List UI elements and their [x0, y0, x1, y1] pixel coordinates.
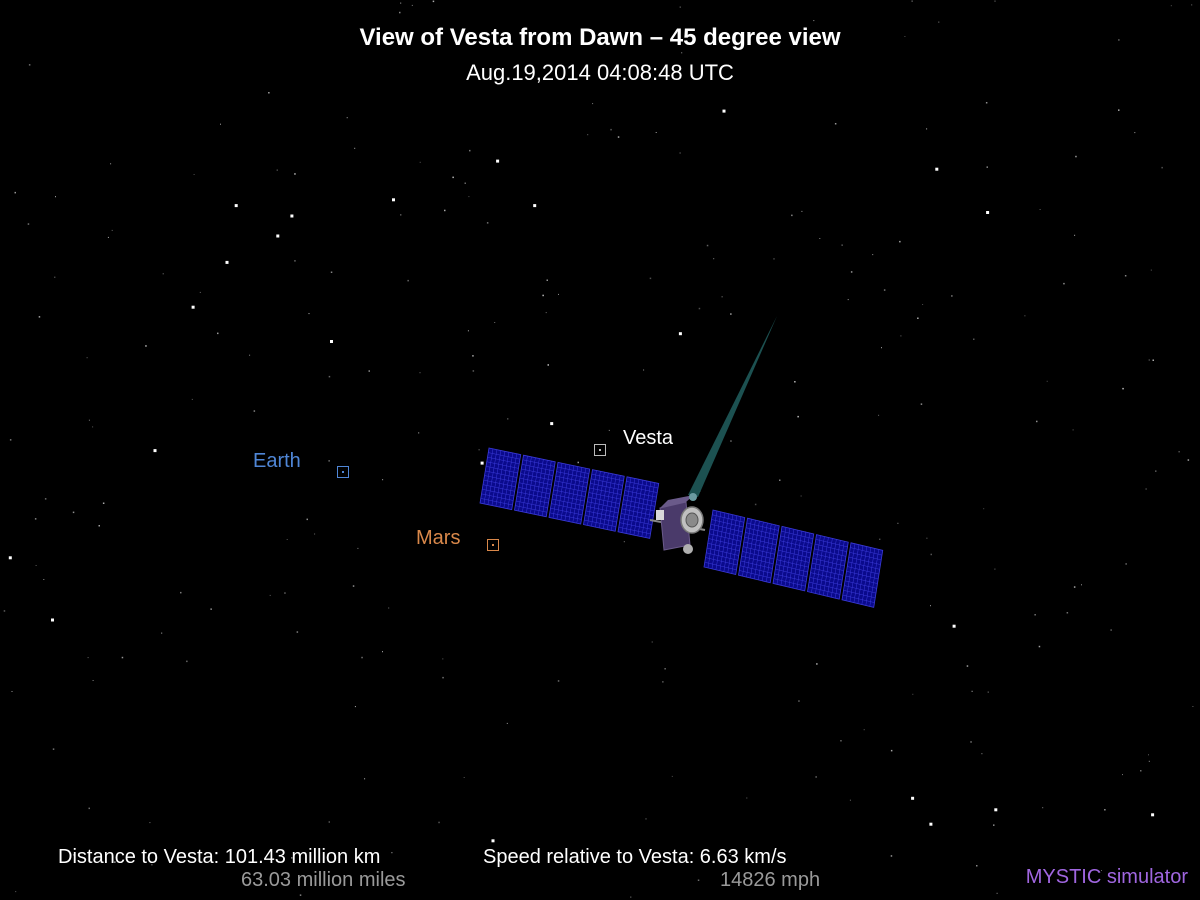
left-solar-array: [479, 447, 660, 539]
earth-label: Earth: [253, 450, 301, 472]
speed-readout-mph: 14826 mph: [720, 869, 821, 891]
speed-readout: Speed relative to Vesta: 6.63 km/s: [483, 846, 787, 868]
earth-marker: [337, 466, 349, 478]
antenna-beam: [688, 316, 777, 497]
distance-readout: Distance to Vesta: 101.43 million km: [58, 846, 381, 868]
dawn-spacecraft: [479, 447, 884, 608]
vesta-marker: [594, 444, 606, 456]
distance-readout-miles: 63.03 million miles: [241, 869, 406, 891]
page-title: View of Vesta from Dawn – 45 degree view: [359, 24, 841, 51]
mars-marker: [487, 539, 499, 551]
mars-label: Mars: [416, 527, 461, 549]
timestamp: Aug.19,2014 04:08:48 UTC: [466, 60, 734, 85]
simulator-credit: MYSTIC simulator: [1025, 866, 1188, 888]
right-solar-array: [703, 509, 884, 608]
vesta-label: Vesta: [623, 427, 674, 449]
